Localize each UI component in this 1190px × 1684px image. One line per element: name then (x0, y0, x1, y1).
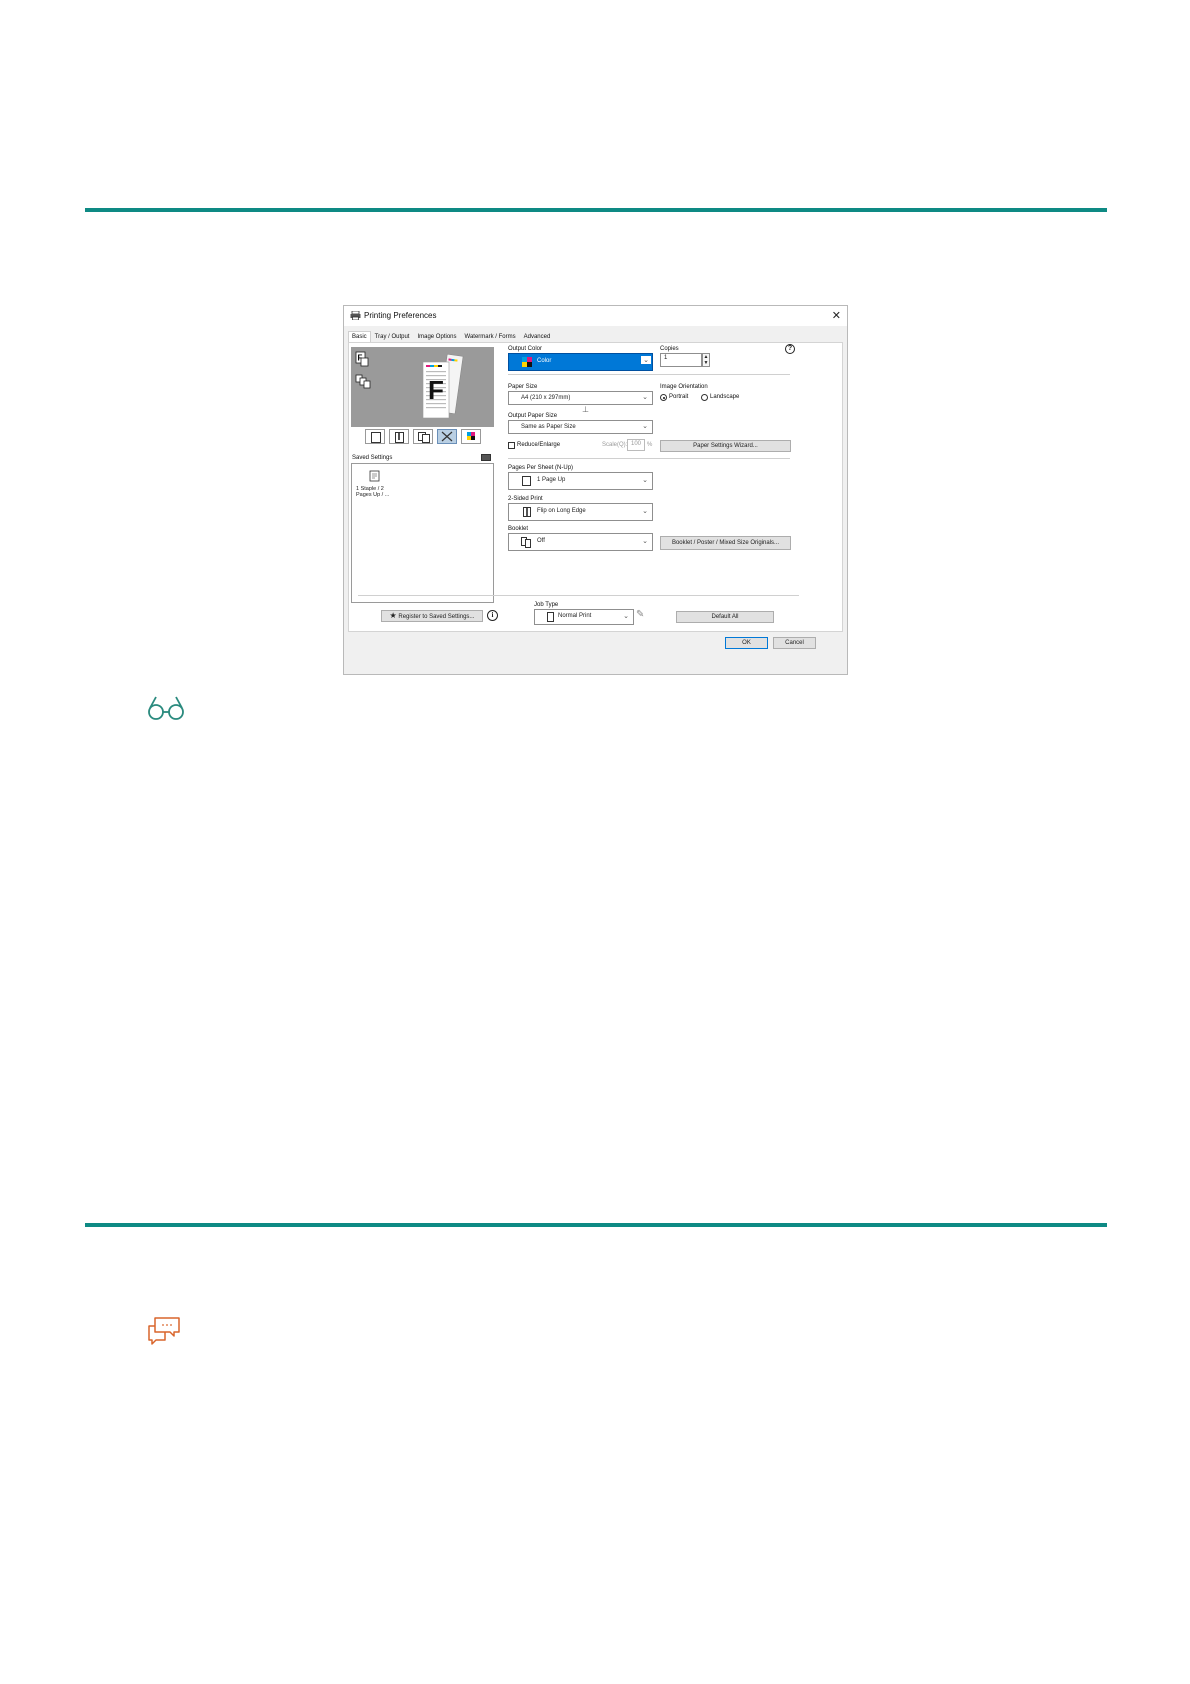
image-orientation-label: Image Orientation (660, 384, 708, 390)
document-icon (547, 612, 554, 622)
chevron-down-icon: ⌄ (642, 508, 648, 515)
output-color-select[interactable]: Color ⌄ (508, 353, 653, 371)
output-color-value: Color (537, 358, 552, 364)
title-bar: Printing Preferences ✕ (344, 306, 847, 326)
two-sided-label: 2-Sided Print (508, 496, 543, 502)
reduce-enlarge-checkbox[interactable] (508, 442, 515, 449)
help-icon[interactable]: ? (785, 344, 795, 354)
saved-settings-label: Saved Settings (352, 455, 393, 461)
booklet-value: Off (537, 538, 545, 544)
chevron-down-icon: ⌄ (642, 538, 648, 545)
tab-strip: Basic Tray / Output Image Options Waterm… (348, 331, 554, 343)
saved-settings-item[interactable]: 1 Staple / 2 Pages Up / ... (356, 470, 396, 498)
two-sided-select[interactable]: Flip on Long Edge ⌄ (508, 503, 653, 521)
dialog-title: Printing Preferences (364, 311, 437, 320)
pages-per-sheet-value: 1 Page Up (537, 477, 566, 483)
scale-value: 100 (631, 441, 642, 447)
chevron-down-icon: ⌄ (642, 423, 648, 430)
scale-label: Scale(Q): (602, 442, 628, 448)
portrait-label: Portrait (669, 394, 689, 400)
paper-size-label: Paper Size (508, 384, 538, 390)
landscape-label: Landscape (710, 394, 740, 400)
register-saved-settings-button[interactable]: ★ Register to Saved Settings... (381, 610, 483, 622)
stepper-down-icon[interactable]: ▼ (703, 360, 709, 366)
job-type-select[interactable]: Normal Print ⌄ (534, 609, 634, 625)
scale-unit: % (647, 442, 653, 448)
saved-settings-menu-icon[interactable] (481, 454, 491, 461)
preview-icon-bar (351, 429, 494, 445)
comment-icon (148, 1317, 180, 1345)
cancel-button[interactable]: Cancel (773, 637, 816, 649)
section-divider-top (85, 208, 1107, 212)
pencil-icon[interactable]: ✎ (636, 609, 644, 620)
info-icon[interactable]: i (487, 610, 498, 621)
chevron-down-icon: ⌄ (623, 613, 629, 620)
default-all-button[interactable]: Default All (676, 611, 774, 623)
pages-per-sheet-label: Pages Per Sheet (N-Up) (508, 465, 574, 471)
portrait-radio[interactable] (660, 394, 667, 401)
print-preview: F F (351, 347, 494, 427)
single-page-icon[interactable] (364, 429, 385, 444)
output-paper-size-select[interactable]: Same as Paper Size ⌄ (508, 420, 653, 434)
chevron-down-icon: ⌄ (642, 394, 648, 401)
separator (508, 458, 790, 459)
preview-big-f: F (428, 375, 444, 405)
basic-panel: F F Saved Settings 1 Staple / 2 Pages Up… (348, 342, 843, 632)
job-type-value: Normal Print (558, 613, 592, 619)
close-icon[interactable]: ✕ (832, 309, 841, 322)
landscape-radio[interactable] (701, 394, 708, 401)
scale-input[interactable]: 100 (627, 439, 645, 451)
staple-icon[interactable] (436, 429, 457, 444)
copies-value: 1 (664, 355, 668, 361)
chevron-down-icon: ⌄ (642, 477, 648, 484)
output-paper-size-value: Same as Paper Size (521, 423, 576, 430)
output-color-label: Output Color (508, 346, 543, 352)
two-sided-icon[interactable] (388, 429, 409, 444)
pages-per-sheet-select[interactable]: 1 Page Up ⌄ (508, 472, 653, 490)
booklet-label: Booklet (508, 526, 529, 532)
n-up-icon[interactable] (412, 429, 433, 444)
two-sided-value: Flip on Long Edge (537, 508, 586, 514)
register-button-label: Register to Saved Settings... (398, 614, 475, 620)
single-page-icon (522, 476, 531, 486)
copies-stepper[interactable]: ▲ ▼ (702, 353, 710, 367)
preview-graphic: F F (355, 351, 464, 419)
booklet-poster-button[interactable]: Booklet / Poster / Mixed Size Originals.… (660, 536, 791, 550)
paper-size-select[interactable]: A4 (210 x 297mm) ⌄ (508, 391, 653, 405)
printer-icon (350, 311, 361, 320)
printing-preferences-dialog: Printing Preferences ✕ Basic Tray / Outp… (343, 305, 848, 675)
job-type-label: Job Type (534, 602, 559, 608)
copies-input[interactable]: 1 (660, 353, 702, 367)
paper-settings-wizard-button[interactable]: Paper Settings Wizard... (660, 440, 791, 452)
saved-doc-icon (369, 470, 380, 482)
paper-size-value: A4 (210 x 297mm) (521, 394, 571, 401)
booklet-select[interactable]: Off ⌄ (508, 533, 653, 551)
separator (358, 595, 799, 596)
output-paper-size-label: Output Paper Size (508, 413, 558, 419)
copies-label: Copies (660, 346, 679, 352)
glasses-icon (148, 696, 184, 720)
saved-settings-list: 1 Staple / 2 Pages Up / ... (351, 463, 494, 603)
reduce-enlarge-label: Reduce/Enlarge (517, 442, 561, 448)
section-divider-bottom (85, 1223, 1107, 1227)
saved-item-text: 1 Staple / 2 Pages Up / ... (356, 486, 390, 498)
chevron-down-icon: ⌄ (641, 356, 651, 364)
star-icon: ★ (389, 611, 397, 620)
separator (508, 374, 790, 375)
color-icon[interactable] (460, 429, 481, 444)
arrow-down-icon: ⊥ (582, 405, 589, 414)
ok-button[interactable]: OK (725, 637, 768, 649)
